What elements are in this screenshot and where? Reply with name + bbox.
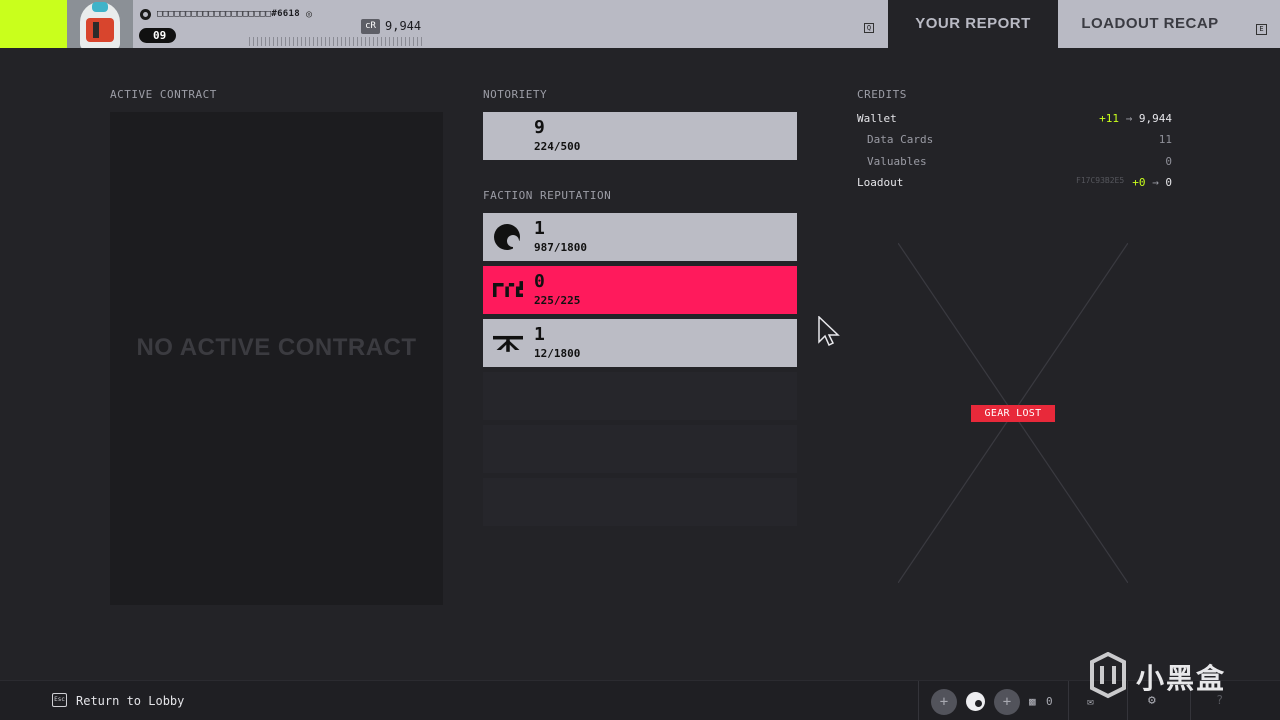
add-slot-button[interactable]: +: [931, 689, 957, 715]
key-hint-q: Q: [864, 23, 874, 33]
credits-label: CREDITS: [857, 88, 907, 101]
empty-faction-slot: [483, 425, 797, 473]
empty-faction-slot: [483, 372, 797, 420]
add-slot-button[interactable]: +: [994, 689, 1020, 715]
divider: [1068, 681, 1069, 720]
helmet-icon: [80, 2, 120, 48]
wallet-label: Wallet: [857, 112, 897, 125]
tab-loadout-recap[interactable]: LOADOUT RECAP: [1058, 0, 1242, 48]
faction-level: 1: [534, 324, 545, 345]
active-contract-label: ACTIVE CONTRACT: [110, 88, 217, 101]
gear-lost-badge: GEAR LOST: [971, 405, 1055, 422]
notoriety-card: 9 224/500: [483, 112, 797, 160]
mouse-cursor-icon: [818, 316, 840, 346]
mic-icon[interactable]: ◎: [306, 9, 312, 20]
esc-key-icon: Esc: [52, 693, 67, 707]
watermark-text: 小黑盒: [1136, 662, 1227, 695]
squad-icon[interactable]: ▩: [1029, 695, 1036, 708]
currency-amount: 9,944: [385, 19, 422, 33]
notoriety-value: 9: [534, 117, 545, 138]
active-contract-panel: NO ACTIVE CONTRACT: [110, 112, 443, 605]
faction-level: 1: [534, 218, 545, 239]
faction-progress: 225/225: [534, 294, 581, 307]
faction-glyph-icon: [493, 281, 523, 298]
notoriety-label: NOTORIETY: [483, 88, 548, 101]
faction-bar-icon: [493, 335, 523, 352]
faction-card[interactable]: 0 225/225: [483, 266, 797, 314]
loadout-value: +0 → 0: [1132, 176, 1172, 189]
xp-tick-bar: [249, 37, 424, 46]
squad-count: 0: [1046, 695, 1053, 708]
key-hint-e: E: [1256, 24, 1267, 35]
faction-badge-icon[interactable]: [966, 692, 985, 711]
steam-icon: [140, 8, 151, 20]
faction-card[interactable]: 1 12/1800: [483, 319, 797, 367]
notoriety-progress: 224/500: [534, 140, 581, 153]
faction-level: 0: [534, 271, 545, 292]
wallet-row: Wallet +11 → 9,944: [857, 112, 1172, 126]
top-bar: □□□□□□□□□□□□□□□□□□□□#6618 ◎ 09 cR 9,944 …: [0, 0, 1280, 48]
player-identity: □□□□□□□□□□□□□□□□□□□□#6618 ◎: [140, 8, 312, 20]
wallet-value: +11 → 9,944: [1099, 112, 1172, 125]
faction-progress: 12/1800: [534, 347, 581, 360]
return-to-lobby-button[interactable]: Return to Lobby: [76, 694, 184, 708]
valuables-row: Valuables 0: [857, 155, 1172, 169]
player-name: □□□□□□□□□□□□□□□□□□□□#6618: [157, 9, 300, 19]
data-cards-label: Data Cards: [867, 133, 934, 146]
faction-reputation-label: FACTION REPUTATION: [483, 189, 612, 202]
data-cards-row: Data Cards 11: [857, 133, 1172, 147]
data-cards-value: 11: [1158, 133, 1172, 146]
faction-progress: 987/1800: [534, 241, 587, 254]
accent-block: [0, 0, 67, 48]
currency-icon: cR: [361, 19, 380, 34]
faction-card[interactable]: 1 987/1800: [483, 213, 797, 261]
loadout-label: Loadout: [857, 176, 904, 189]
loadout-row: Loadout +0 → 0: [857, 176, 1172, 190]
empty-faction-slot: [483, 478, 797, 526]
player-avatar[interactable]: [67, 0, 133, 48]
tab-your-report[interactable]: YOUR REPORT: [888, 0, 1058, 48]
player-level-badge: 09: [139, 28, 176, 43]
valuables-value: 0: [1165, 155, 1172, 168]
divider: [918, 681, 919, 720]
valuables-label: Valuables: [867, 155, 927, 168]
no-active-contract-text: NO ACTIVE CONTRACT: [136, 334, 417, 361]
faction-circle-icon: [494, 224, 523, 251]
